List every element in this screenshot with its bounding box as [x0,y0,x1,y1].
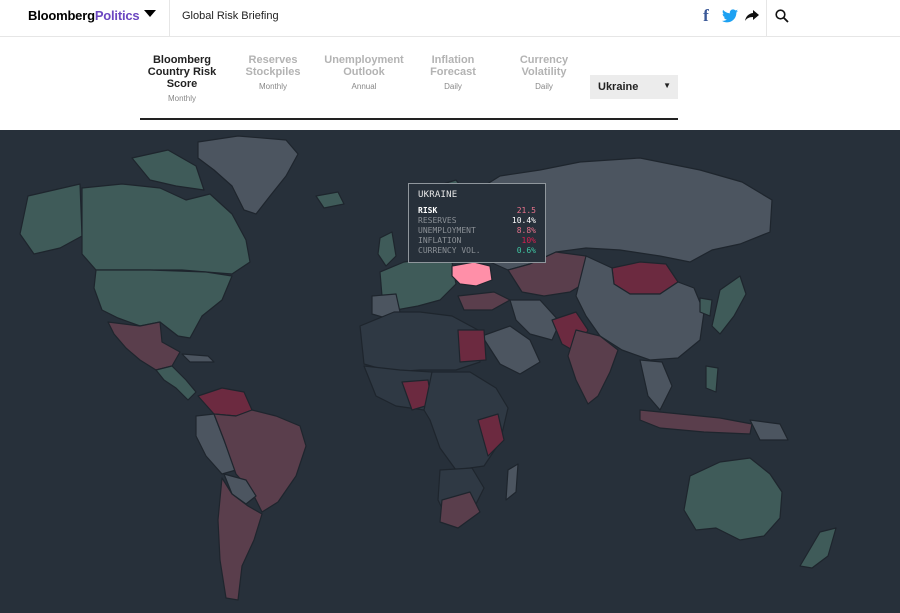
tab-label-line: Inflation [431,54,475,66]
tab-label-line: Forecast [430,66,476,78]
country-select[interactable]: Ukraine ▼ [590,75,678,99]
tooltip-label: CURRENCY VOL. [418,246,481,255]
tab-frequency: Monthly [167,94,196,103]
tab-label-line: Currency [519,54,569,66]
country-cuba[interactable] [181,353,215,363]
tab-label-line: Outlook [343,66,385,78]
country-uk[interactable] [377,231,397,267]
tab-label-line: Stockpiles [245,66,301,78]
brand-politics: Politics [94,8,140,23]
country-central-america[interactable] [155,365,197,401]
tab-inflation-forecast[interactable]: Inflation Forecast Daily [420,54,486,91]
tab-country-risk-score[interactable]: Bloomberg Country Risk Score Monthly [144,54,220,103]
tooltip-label: RESERVES [418,216,457,225]
page-title: Global Risk Briefing [182,10,279,22]
tooltip-row-risk: RISK 21.5 [418,206,536,215]
tab-frequency: Daily [535,82,553,91]
search-icon[interactable] [774,7,790,25]
tab-label-line: Unemployment [324,54,404,66]
tab-frequency: Daily [444,82,462,91]
tooltip-value: 10% [521,236,536,245]
world-risk-map[interactable]: UKRAINE RISK 21.5 RESERVES 10.4% UNEMPLO… [0,130,900,613]
tooltip-country-name: UKRAINE [418,190,458,200]
country-alaska[interactable] [19,183,83,255]
tooltip-row-reserves: RESERVES 10.4% [418,216,536,225]
tab-unemployment-outlook[interactable]: Unemployment Outlook Annual [323,54,405,91]
tooltip-value: 8.8% [516,226,536,235]
tooltip-row-inflation: INFLATION 10% [418,236,536,245]
tab-currency-volatility[interactable]: Currency Volatility Daily [510,54,578,91]
country-australia[interactable] [683,457,783,541]
chevron-down-icon: ▼ [663,81,671,90]
tab-label-line: Reserves [248,54,298,66]
tab-frequency: Annual [351,82,377,91]
country-korea[interactable] [699,297,713,317]
share-icon[interactable] [745,7,759,25]
country-ukraine[interactable] [451,261,493,287]
tab-label-line: Volatility [521,66,567,78]
country-iceland[interactable] [315,191,345,209]
country-turkey[interactable] [457,291,511,311]
tab-frequency: Monthly [258,82,287,91]
tab-label-line: Bloomberg [152,54,212,66]
country-southeast-asia[interactable] [639,359,673,411]
top-header: BloombergPolitics Global Risk Briefing f [0,0,900,37]
tooltip-row-currency-vol: CURRENCY VOL. 0.6% [418,246,536,255]
facebook-icon[interactable]: f [700,6,712,25]
country-japan[interactable] [711,275,747,335]
brand-logo[interactable]: BloombergPolitics [28,8,140,23]
country-select-value: Ukraine [598,81,639,93]
tooltip-label: INFLATION [418,236,462,245]
twitter-icon[interactable] [722,7,738,25]
country-canada-islands[interactable] [131,149,205,191]
menu-caret-icon[interactable] [144,10,156,17]
country-philippines[interactable] [705,365,719,393]
country-madagascar[interactable] [505,463,519,501]
country-canada[interactable] [81,183,251,275]
country-egypt[interactable] [457,329,487,363]
tooltip-value: 0.6% [516,246,536,255]
tooltip-value: 10.4% [511,216,536,225]
brand-bold: Bloomberg [28,8,95,23]
tab-label-line: Score [166,78,198,90]
header-divider [169,0,170,36]
country-indonesia[interactable] [639,409,753,435]
tooltip-label: UNEMPLOYMENT [418,226,476,235]
country-venezuela[interactable] [197,387,253,417]
country-tooltip: UKRAINE RISK 21.5 RESERVES 10.4% UNEMPLO… [408,183,546,263]
country-papua[interactable] [749,419,789,441]
country-new-zealand[interactable] [799,527,837,569]
tab-label-line: Country Risk [147,66,217,78]
tab-reserves-stockpiles[interactable]: Reserves Stockpiles Monthly [238,54,308,91]
tooltip-value: 21.5 [516,206,536,215]
tooltip-label: RISK [418,206,438,215]
tooltip-row-unemployment: UNEMPLOYMENT 8.8% [418,226,536,235]
header-divider-right [766,0,767,36]
metric-tabs: Bloomberg Country Risk Score Monthly Reser… [140,38,678,120]
